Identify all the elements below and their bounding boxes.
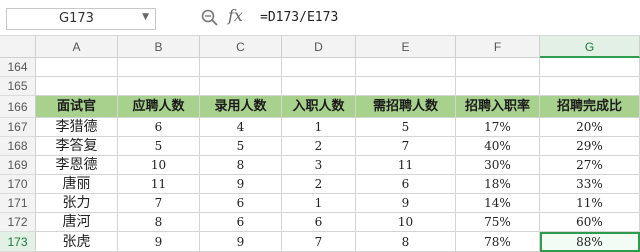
column-header-a[interactable]: A bbox=[36, 36, 118, 58]
column-header-g[interactable]: G bbox=[540, 36, 640, 58]
column-header-c[interactable]: C bbox=[200, 36, 282, 58]
cell-f165[interactable] bbox=[456, 77, 540, 96]
cell-b169[interactable]: 10 bbox=[118, 156, 200, 175]
cell-e168[interactable]: 7 bbox=[356, 137, 456, 156]
cell-e170[interactable]: 6 bbox=[356, 175, 456, 194]
cell-a165[interactable] bbox=[36, 77, 118, 96]
cell-c172[interactable]: 6 bbox=[200, 213, 282, 232]
cell-d171[interactable]: 1 bbox=[282, 194, 356, 213]
cell-b167[interactable]: 6 bbox=[118, 118, 200, 137]
cell-b165[interactable] bbox=[118, 77, 200, 96]
cell-e167[interactable]: 5 bbox=[356, 118, 456, 137]
cell-e164[interactable] bbox=[356, 58, 456, 77]
row-header-169[interactable]: 169 bbox=[0, 156, 36, 175]
select-all-corner[interactable] bbox=[0, 36, 36, 58]
cell-b171[interactable]: 7 bbox=[118, 194, 200, 213]
cell-c164[interactable] bbox=[200, 58, 282, 77]
cell-d173[interactable]: 7 bbox=[282, 232, 356, 252]
cell-e173[interactable]: 8 bbox=[356, 232, 456, 252]
cell-b172[interactable]: 8 bbox=[118, 213, 200, 232]
cell-c168[interactable]: 5 bbox=[200, 137, 282, 156]
cell-g173[interactable]: 88% bbox=[540, 232, 640, 252]
row-header-165[interactable]: 165 bbox=[0, 77, 36, 96]
cell-e169[interactable]: 11 bbox=[356, 156, 456, 175]
cell-a168[interactable]: 李答复 bbox=[36, 137, 118, 156]
formula-input[interactable]: =D173/E173 bbox=[260, 10, 338, 25]
cell-b173[interactable]: 9 bbox=[118, 232, 200, 252]
row-header-173[interactable]: 173 bbox=[0, 232, 36, 252]
cell-f166[interactable]: 招聘入职率 bbox=[456, 96, 540, 118]
name-box[interactable]: G173 ▼ bbox=[6, 8, 156, 30]
function-icon[interactable]: fx bbox=[228, 6, 243, 25]
cell-d168[interactable]: 2 bbox=[282, 137, 356, 156]
column-header-f[interactable]: F bbox=[456, 36, 540, 58]
cell-g168[interactable]: 29% bbox=[540, 137, 640, 156]
cell-c167[interactable]: 4 bbox=[200, 118, 282, 137]
cell-c173[interactable]: 9 bbox=[200, 232, 282, 252]
cell-a166[interactable]: 面试官 bbox=[36, 96, 118, 118]
row-header-171[interactable]: 171 bbox=[0, 194, 36, 213]
cell-a171[interactable]: 张力 bbox=[36, 194, 118, 213]
spreadsheet-grid: A B C D E F G 164 165 166 面试官 应聘人数 录用人数 入职人数 需招聘人数 招聘入职… bbox=[0, 36, 640, 252]
cell-b166[interactable]: 应聘人数 bbox=[118, 96, 200, 118]
cell-a167[interactable]: 李猎德 bbox=[36, 118, 118, 137]
row-header-164[interactable]: 164 bbox=[0, 58, 36, 77]
cell-d172[interactable]: 6 bbox=[282, 213, 356, 232]
cell-a172[interactable]: 唐河 bbox=[36, 213, 118, 232]
name-box-value: G173 bbox=[59, 11, 94, 26]
cell-g172[interactable]: 60% bbox=[540, 213, 640, 232]
cell-c169[interactable]: 8 bbox=[200, 156, 282, 175]
row-header-172[interactable]: 172 bbox=[0, 213, 36, 232]
cell-e171[interactable]: 9 bbox=[356, 194, 456, 213]
cell-f167[interactable]: 17% bbox=[456, 118, 540, 137]
cell-f164[interactable] bbox=[456, 58, 540, 77]
cell-e166[interactable]: 需招聘人数 bbox=[356, 96, 456, 118]
formula-bar: G173 ▼ fx =D173/E173 bbox=[0, 0, 640, 36]
cell-g170[interactable]: 33% bbox=[540, 175, 640, 194]
cell-g167[interactable]: 20% bbox=[540, 118, 640, 137]
column-header-d[interactable]: D bbox=[282, 36, 356, 58]
cell-e172[interactable]: 10 bbox=[356, 213, 456, 232]
cell-b164[interactable] bbox=[118, 58, 200, 77]
cell-c170[interactable]: 9 bbox=[200, 175, 282, 194]
cell-f168[interactable]: 40% bbox=[456, 137, 540, 156]
cell-f173[interactable]: 78% bbox=[456, 232, 540, 252]
row-header-167[interactable]: 167 bbox=[0, 118, 36, 137]
chevron-down-icon[interactable]: ▼ bbox=[142, 12, 149, 22]
cell-c171[interactable]: 6 bbox=[200, 194, 282, 213]
cell-d166[interactable]: 入职人数 bbox=[282, 96, 356, 118]
cell-g171[interactable]: 11% bbox=[540, 194, 640, 213]
cell-c165[interactable] bbox=[200, 77, 282, 96]
cell-e165[interactable] bbox=[356, 77, 456, 96]
cell-a173[interactable]: 张虎 bbox=[36, 232, 118, 252]
cell-f170[interactable]: 18% bbox=[456, 175, 540, 194]
cell-d170[interactable]: 2 bbox=[282, 175, 356, 194]
cell-f172[interactable]: 75% bbox=[456, 213, 540, 232]
cell-f169[interactable]: 30% bbox=[456, 156, 540, 175]
cell-g166[interactable]: 招聘完成比 bbox=[540, 96, 640, 118]
cell-d164[interactable] bbox=[282, 58, 356, 77]
cell-d165[interactable] bbox=[282, 77, 356, 96]
cell-b170[interactable]: 11 bbox=[118, 175, 200, 194]
column-header-e[interactable]: E bbox=[356, 36, 456, 58]
cell-g165[interactable] bbox=[540, 77, 640, 96]
cell-d167[interactable]: 1 bbox=[282, 118, 356, 137]
cell-d169[interactable]: 3 bbox=[282, 156, 356, 175]
cell-b168[interactable]: 5 bbox=[118, 137, 200, 156]
zoom-icon[interactable] bbox=[200, 8, 220, 28]
cell-g164[interactable] bbox=[540, 58, 640, 77]
cell-g169[interactable]: 27% bbox=[540, 156, 640, 175]
cell-a170[interactable]: 唐丽 bbox=[36, 175, 118, 194]
cell-f171[interactable]: 14% bbox=[456, 194, 540, 213]
cell-a164[interactable] bbox=[36, 58, 118, 77]
row-header-170[interactable]: 170 bbox=[0, 175, 36, 194]
cell-a169[interactable]: 李恩德 bbox=[36, 156, 118, 175]
column-header-b[interactable]: B bbox=[118, 36, 200, 58]
row-header-168[interactable]: 168 bbox=[0, 137, 36, 156]
row-header-166[interactable]: 166 bbox=[0, 96, 36, 118]
cell-c166[interactable]: 录用人数 bbox=[200, 96, 282, 118]
